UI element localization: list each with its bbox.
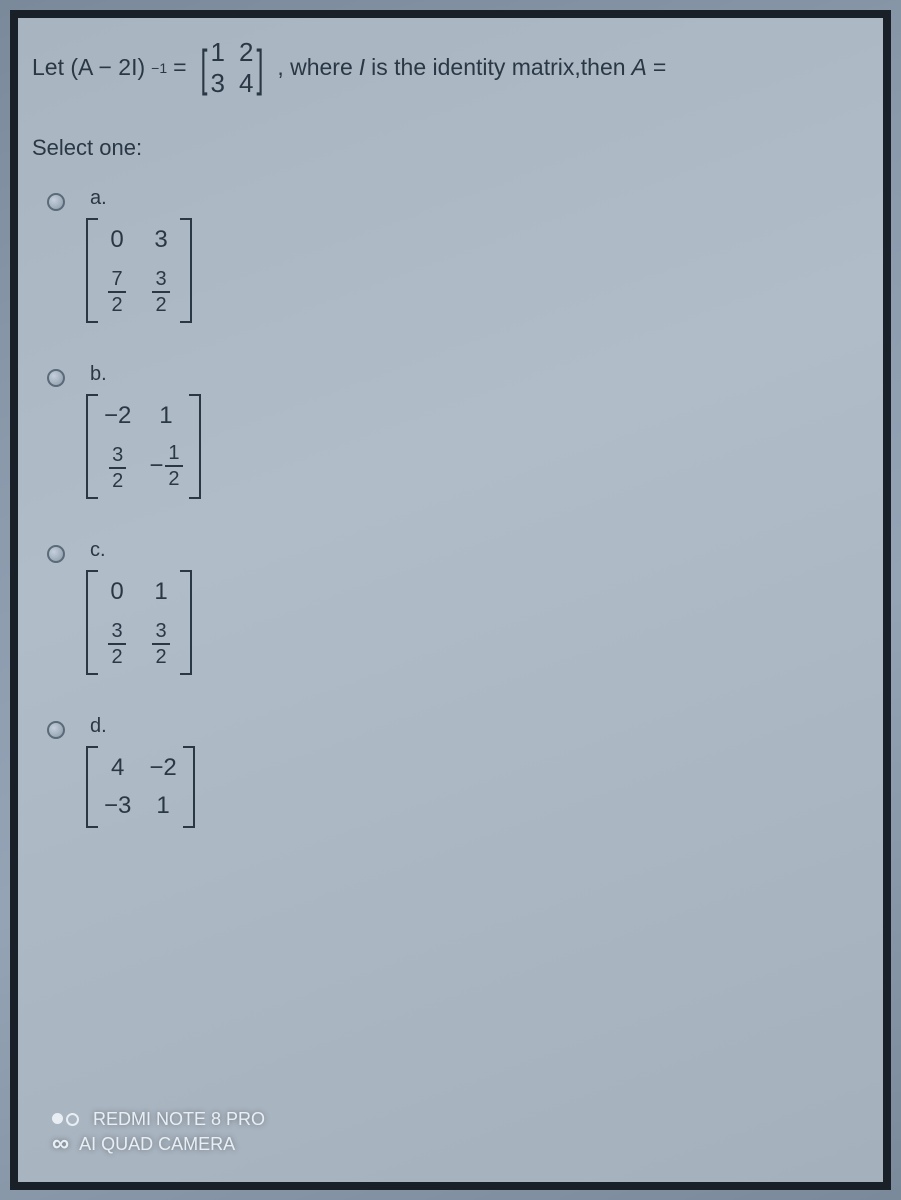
bracket-right-icon: ] (257, 48, 264, 88)
matrix-cell: −2 (149, 754, 176, 782)
bracket-left-icon (86, 218, 98, 323)
fraction-den: 2 (112, 469, 123, 491)
given-matrix: [ 1 2 3 4 ] (197, 38, 268, 97)
option-label-c: c. (90, 539, 192, 562)
matrix-cell: 32 (104, 440, 131, 491)
question-stem: Let (A − 2I) −1 = [ 1 2 3 4 ] , where I i… (32, 38, 869, 97)
fraction-den: 2 (155, 645, 166, 667)
fraction-den: 2 (111, 293, 122, 315)
option-d[interactable]: d. 4 −2 −3 1 (42, 715, 869, 828)
matrix-cell: −3 (104, 792, 131, 820)
a-var: A (632, 54, 647, 81)
question-equals: = (173, 54, 186, 81)
question-suffix3: = (653, 54, 666, 81)
infinity-icon: ∞ (52, 1130, 69, 1158)
camera-watermark: REDMI NOTE 8 PRO ∞ AI QUAD CAMERA (52, 1109, 265, 1158)
matrix-cell: 0 (104, 226, 130, 254)
matrix-cell: −2 (104, 402, 131, 430)
bracket-left-icon (86, 746, 98, 828)
fraction-den: 2 (155, 293, 166, 315)
matrix-cell: 0 (104, 578, 130, 606)
question-suffix: , where (277, 54, 352, 81)
quad-camera-icon (52, 1113, 79, 1126)
minus-sign: − (149, 452, 163, 480)
matrix-cell: 32 (148, 616, 174, 667)
fraction-num: 1 (165, 443, 182, 467)
select-prompt: Select one: (32, 135, 869, 161)
matrix-cell: 1 (148, 578, 174, 606)
bracket-right-icon (180, 570, 192, 675)
matrix-cell: 72 (104, 264, 130, 315)
option-label-d: d. (90, 715, 195, 738)
options-group: a. 0 3 72 32 b. (32, 187, 869, 828)
matrix-cell: 32 (104, 616, 130, 667)
fraction-num: 3 (152, 621, 169, 645)
question-prefix: Let (A − 2I) (32, 54, 145, 81)
bracket-right-icon (189, 394, 201, 499)
bracket-right-icon (183, 746, 195, 828)
fraction-den: 2 (111, 645, 122, 667)
matrix-cell: 4 (104, 754, 131, 782)
question-exponent: −1 (151, 60, 167, 76)
option-a-matrix: 0 3 72 32 (86, 218, 192, 323)
option-b[interactable]: b. −2 1 32 − 12 (42, 363, 869, 499)
fraction-num: 3 (108, 621, 125, 645)
matrix-cell: 3 (148, 226, 174, 254)
option-a[interactable]: a. 0 3 72 32 (42, 187, 869, 323)
radio-a[interactable] (47, 193, 65, 211)
question-suffix2: is the identity matrix,then (371, 54, 625, 81)
bracket-right-icon (180, 218, 192, 323)
fraction-num: 3 (109, 445, 126, 469)
fraction-den: 2 (168, 467, 179, 489)
bracket-left-icon (86, 394, 98, 499)
bracket-left-icon: [ (200, 48, 207, 88)
watermark-line2: AI QUAD CAMERA (79, 1134, 235, 1155)
matrix-cell: 4 (239, 69, 253, 98)
option-label-a: a. (90, 187, 192, 210)
matrix-cell: 2 (239, 38, 253, 67)
watermark-line1: REDMI NOTE 8 PRO (93, 1109, 265, 1130)
bracket-left-icon (86, 570, 98, 675)
fraction-num: 3 (152, 269, 169, 293)
matrix-cell: 3 (210, 69, 224, 98)
matrix-cell: − 12 (149, 440, 182, 491)
fraction-num: 7 (108, 269, 125, 293)
option-c-matrix: 0 1 32 32 (86, 570, 192, 675)
option-d-matrix: 4 −2 −3 1 (86, 746, 195, 828)
matrix-cell: 32 (148, 264, 174, 315)
matrix-cell: 1 (210, 38, 224, 67)
matrix-cell: 1 (149, 792, 176, 820)
matrix-cell: 1 (149, 402, 182, 430)
radio-c[interactable] (47, 545, 65, 563)
radio-d[interactable] (47, 721, 65, 739)
identity-var: I (359, 54, 365, 81)
option-label-b: b. (90, 363, 201, 386)
option-b-matrix: −2 1 32 − 12 (86, 394, 201, 499)
radio-b[interactable] (47, 369, 65, 387)
option-c[interactable]: c. 0 1 32 32 (42, 539, 869, 675)
